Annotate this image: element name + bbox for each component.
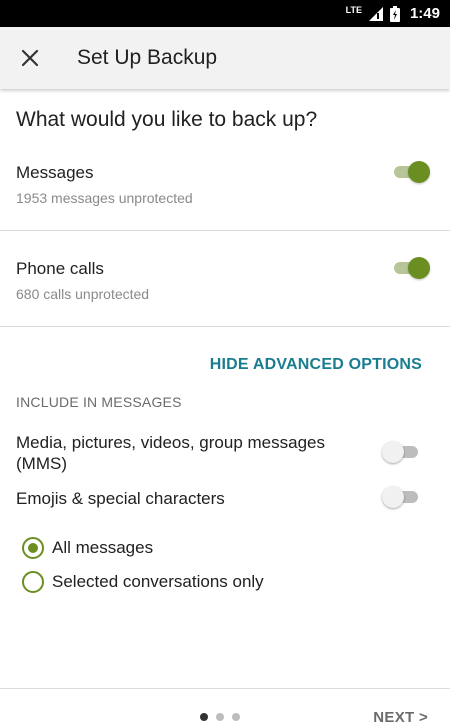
divider xyxy=(0,326,450,327)
status-icons: LTE 1:49 xyxy=(346,0,440,27)
phone-calls-subtitle: 680 calls unprotected xyxy=(16,286,150,302)
battery-icon xyxy=(389,5,400,22)
hide-advanced-options-link[interactable]: HIDE ADVANCED OPTIONS xyxy=(210,356,422,374)
messages-subtitle: 1953 messages unprotected xyxy=(16,190,193,206)
network-type: LTE xyxy=(345,5,362,15)
radio-selected-conversations[interactable]: Selected conversations only xyxy=(22,570,264,594)
divider xyxy=(0,230,450,231)
phone-calls-title: Phone calls xyxy=(16,259,104,278)
status-bar: LTE 1:49 xyxy=(0,0,450,27)
backup-question: What would you like to back up? xyxy=(16,108,318,131)
emojis-option-title: Emojis & special characters xyxy=(16,489,225,508)
mms-option-title: Media, pictures, videos, group messages … xyxy=(16,433,325,473)
mms-toggle[interactable] xyxy=(382,440,422,464)
signal-icon xyxy=(368,6,383,21)
page-title: Set Up Backup xyxy=(77,46,218,69)
messages-toggle[interactable] xyxy=(390,160,430,184)
messages-title: Messages xyxy=(16,163,94,182)
radio-button-checked[interactable] xyxy=(22,537,44,559)
bottom-bar: NEXT > xyxy=(0,688,450,726)
radio-label: Selected conversations only xyxy=(52,572,264,591)
radio-all-messages[interactable]: All messages xyxy=(22,536,153,560)
next-button[interactable]: NEXT > xyxy=(373,709,428,726)
close-icon[interactable] xyxy=(16,44,44,72)
emojis-toggle[interactable] xyxy=(382,485,422,509)
radio-label: All messages xyxy=(52,538,154,557)
app-bar: Set Up Backup xyxy=(0,27,450,89)
phone-calls-toggle[interactable] xyxy=(390,256,430,280)
radio-button[interactable] xyxy=(22,571,44,593)
clock: 1:49 xyxy=(409,5,440,22)
include-in-messages-label: INCLUDE IN MESSAGES xyxy=(16,394,182,410)
